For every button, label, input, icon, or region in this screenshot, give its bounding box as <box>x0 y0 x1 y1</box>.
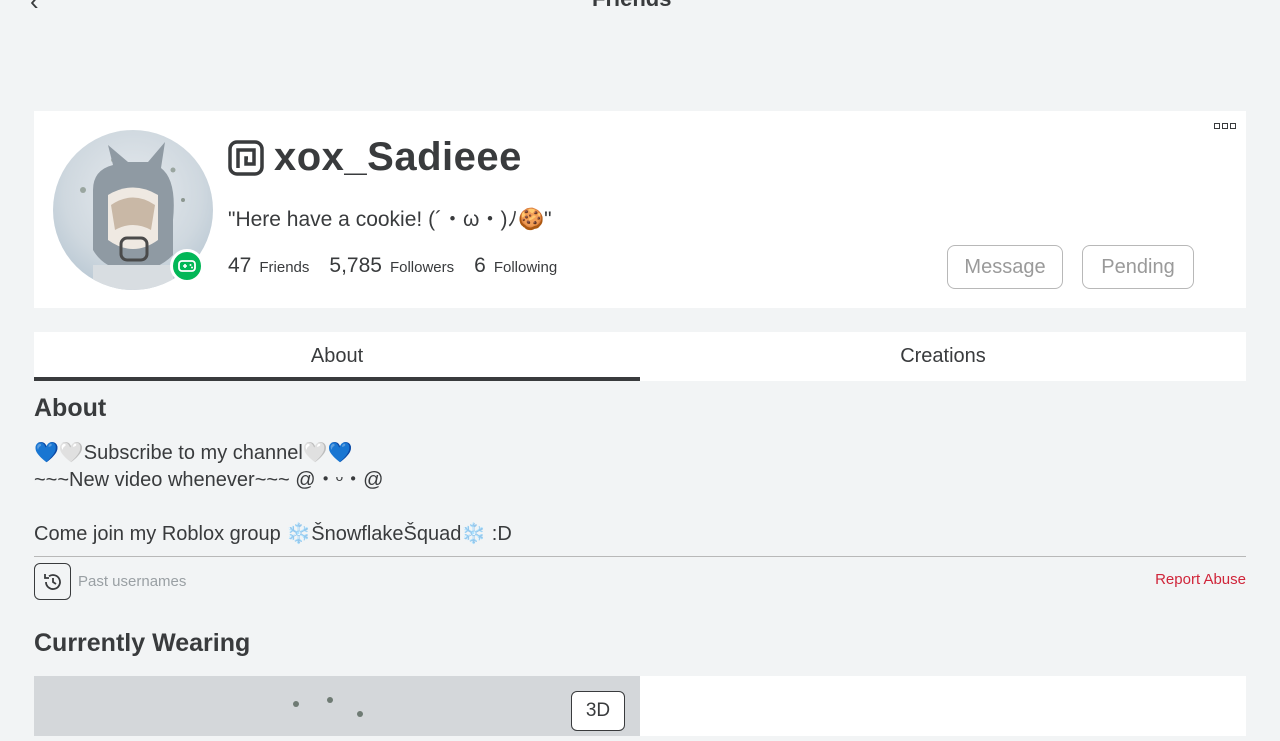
followers-count[interactable]: 5,785 <box>329 254 382 278</box>
about-line: 💙🤍Subscribe to my channel🤍💙 <box>34 442 353 464</box>
3d-toggle-button[interactable]: 3D <box>571 691 625 731</box>
message-button[interactable]: Message <box>947 245 1063 289</box>
followers-label[interactable]: Followers <box>390 259 454 276</box>
following-label[interactable]: Following <box>494 259 557 276</box>
about-description: 💙🤍Subscribe to my channel🤍💙 ~~~New video… <box>34 440 512 548</box>
following-count[interactable]: 6 <box>474 254 486 278</box>
about-line: Come join my Roblox group ❄️ŠnowflakeŠqu… <box>34 523 512 545</box>
divider <box>34 556 1246 557</box>
past-usernames-label[interactable]: Past usernames <box>78 573 186 590</box>
pending-button[interactable]: Pending <box>1082 245 1194 289</box>
about-line: ~~~New video whenever~~~ @・ᵕ・@ <box>34 469 384 491</box>
profile-header-card: xox_Sadieee "Here have a cookie! (´・ω・)ﾉ… <box>34 111 1246 308</box>
username-row: xox_Sadieee <box>228 135 522 180</box>
back-arrow-icon[interactable]: ‹ <box>30 0 39 14</box>
premium-icon <box>228 139 264 176</box>
about-line <box>34 494 512 521</box>
wearing-items-panel <box>640 676 1246 736</box>
avatar-preview <box>34 676 640 736</box>
report-abuse-link[interactable]: Report Abuse <box>1155 571 1246 588</box>
about-heading: About <box>34 394 107 422</box>
friends-count[interactable]: 47 <box>228 254 251 278</box>
profile-stats: 47 Friends 5,785 Followers 6 Following <box>228 254 577 278</box>
history-icon[interactable] <box>34 563 71 600</box>
username: xox_Sadieee <box>274 135 522 179</box>
page-title: Friends <box>592 0 671 10</box>
tab-about[interactable]: About <box>34 332 640 381</box>
top-bar: ‹ Friends <box>0 0 1280 40</box>
tab-creations[interactable]: Creations <box>640 332 1246 381</box>
friends-label[interactable]: Friends <box>259 259 309 276</box>
profile-tabs: About Creations <box>34 332 1246 381</box>
game-controller-icon <box>170 249 204 283</box>
status-text: "Here have a cookie! (´・ω・)ﾉ🍪" <box>228 208 552 231</box>
more-options-icon[interactable] <box>1214 123 1236 129</box>
currently-wearing-heading: Currently Wearing <box>34 629 251 657</box>
